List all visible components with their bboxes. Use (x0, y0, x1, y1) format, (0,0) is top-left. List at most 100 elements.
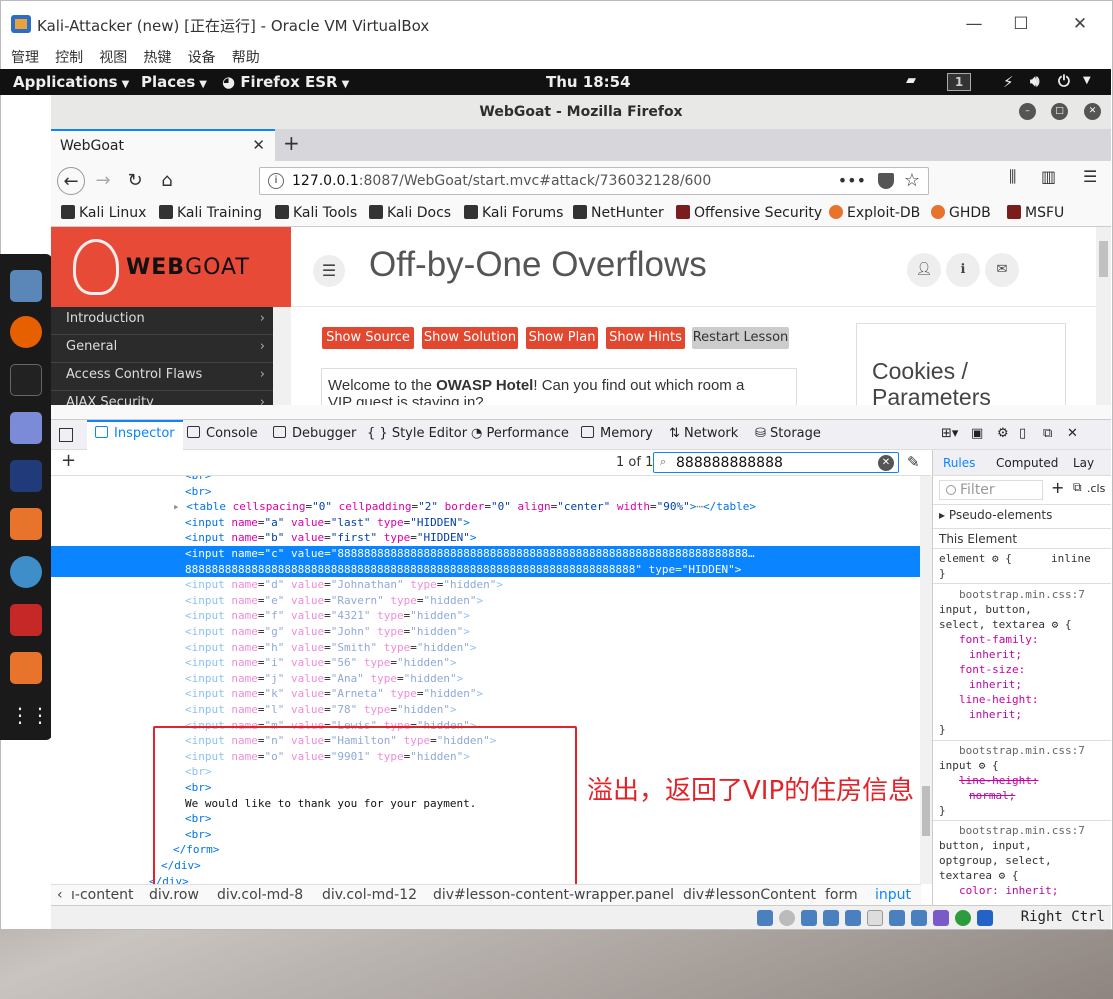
menu-manage[interactable]: 管理 (11, 47, 39, 67)
tab-network[interactable]: ⇅ Network (669, 426, 738, 441)
markup-scrollbar[interactable] (920, 476, 932, 884)
show-plan-button[interactable]: Show Plan (526, 327, 598, 349)
network-icon[interactable]: ⚡ (1003, 73, 1014, 91)
breadcrumb-item[interactable]: ı-content (71, 887, 134, 903)
reload-button[interactable]: ↻ (121, 167, 149, 195)
rule1-val[interactable]: inherit; (969, 708, 1022, 721)
rule2-val[interactable]: normal; (969, 789, 1015, 802)
menu-toggle-button[interactable]: ☰ (313, 255, 345, 287)
forward-button[interactable]: → (89, 167, 117, 195)
breadcrumb-item[interactable]: div.row (149, 887, 199, 903)
shared-folders-icon[interactable] (867, 910, 883, 926)
markup-line-hidden-input[interactable]: <input name="g" value="John" type="hidde… (51, 624, 920, 640)
dock-side-icon[interactable]: ▯ (1019, 426, 1026, 441)
usb-icon[interactable] (845, 910, 861, 926)
rule-source[interactable]: bootstrap.min.css:7 (959, 824, 1085, 837)
notes-icon[interactable] (10, 412, 42, 444)
tab-storage[interactable]: ⛁ Storage (755, 426, 821, 441)
network-adapter-icon[interactable] (823, 910, 839, 926)
bookmark-star-icon[interactable]: ☆ (904, 170, 920, 191)
tab-webgoat[interactable]: WebGoat ✕ (51, 129, 275, 161)
applications-menu[interactable]: Applications ▼ (13, 73, 129, 91)
lesson-menu-scrollbar[interactable] (273, 307, 291, 405)
rule1-prop[interactable]: line-height: (959, 693, 1038, 706)
markup-line-input-c-selected[interactable]: <input name="c" value="88888888888888888… (51, 546, 920, 562)
back-button[interactable]: ← (57, 167, 85, 195)
user-button[interactable]: 👤︎ (907, 253, 941, 287)
rule1-val[interactable]: inherit; (969, 678, 1022, 691)
new-tab-button[interactable]: + (283, 131, 300, 155)
bookmark-offensive-security[interactable]: Offensive Security (676, 205, 822, 221)
show-source-button[interactable]: Show Source (322, 327, 414, 349)
restart-lesson-button[interactable]: Restart Lesson (692, 327, 789, 349)
element-rule[interactable]: element ⚙ { (939, 552, 1012, 565)
burp-alt-icon[interactable] (10, 652, 42, 684)
pocket-icon[interactable] (878, 173, 894, 189)
tab-inspector[interactable]: Inspector (87, 420, 183, 450)
close-tab-icon[interactable]: ✕ (252, 136, 265, 154)
metasploit-icon[interactable] (10, 460, 42, 492)
markup-line-hidden-input[interactable]: <input name="h" value="Smith" type="hidd… (51, 640, 920, 656)
files-icon[interactable] (10, 270, 42, 302)
markup-line-hidden-input[interactable]: <input name="k" value="Arneta" type="hid… (51, 686, 920, 702)
hamburger-menu-icon[interactable]: ☰ (1083, 167, 1097, 186)
add-rule-icon[interactable]: + (1051, 478, 1064, 497)
power-icon[interactable]: ⏻ (1058, 72, 1070, 90)
bookmark-ghdb[interactable]: GHDB (931, 205, 991, 221)
tab-style-editor[interactable]: { } Style Editor (367, 426, 467, 441)
ff-close-button[interactable]: ✕ (1084, 103, 1101, 120)
add-node-button[interactable]: + (61, 450, 76, 471)
bookmark-msfu[interactable]: MSFU (1007, 205, 1064, 221)
audio-icon[interactable] (801, 910, 817, 926)
eyedropper-icon[interactable]: ✎ (907, 453, 920, 471)
firefox-icon[interactable] (10, 316, 42, 348)
breadcrumb-item[interactable]: div.col-md-8 (217, 887, 303, 903)
breadcrumb-item[interactable]: div#lesson-content-wrapper.panel (433, 887, 674, 903)
bookmark-exploit-db[interactable]: Exploit-DB (829, 205, 920, 221)
breadcrumb-item[interactable]: form (825, 887, 858, 903)
clock[interactable]: Thu 18:54 (546, 73, 631, 91)
minimize-button[interactable]: — (951, 9, 997, 39)
terminal-icon[interactable] (10, 364, 42, 396)
mouse-integration-icon[interactable] (955, 910, 971, 926)
ff-minimize-button[interactable]: – (1019, 103, 1036, 120)
tab-console[interactable]: Console (187, 426, 258, 441)
optical-drive-icon[interactable] (779, 910, 795, 926)
nav-general[interactable]: General › (51, 335, 273, 363)
markup-line-hidden-input[interactable]: <input name="e" value="Ravern" type="hid… (51, 593, 920, 609)
bookmark-kali-linux[interactable]: Kali Linux (61, 205, 146, 221)
nav-access-control-flaws[interactable]: Access Control Flaws › (51, 363, 273, 391)
about-button[interactable]: ℹ (946, 253, 980, 287)
bookmark-kali-docs[interactable]: Kali Docs (369, 205, 451, 221)
eye-icon[interactable] (10, 556, 42, 588)
system-menu-chevron-icon[interactable]: ▼ (1083, 75, 1091, 86)
page-scrollbar[interactable] (1096, 227, 1111, 405)
element-picker-icon[interactable] (59, 428, 73, 442)
menu-hotkey[interactable]: 热键 (143, 47, 171, 67)
breadcrumb-item[interactable]: div.col-md-12 (322, 887, 417, 903)
breadcrumb-item-selected[interactable]: input (875, 887, 911, 903)
clear-search-icon[interactable]: ✕ (878, 455, 894, 471)
contact-button[interactable]: ✉ (985, 253, 1019, 287)
markup-line[interactable]: <br> (51, 476, 920, 484)
ff-maximize-button[interactable]: □ (1051, 103, 1068, 120)
markup-line-table[interactable]: ▸ <table cellspacing="0" cellpadding="2"… (51, 499, 920, 515)
responsive-design-icon[interactable]: ⊞▾ (941, 426, 958, 441)
rule1-prop[interactable]: font-family: (959, 633, 1038, 646)
tab-memory[interactable]: Memory (581, 426, 653, 441)
menu-view[interactable]: 视图 (99, 47, 127, 67)
menu-help[interactable]: 帮助 (232, 47, 260, 67)
show-apps-icon[interactable]: ⋮⋮ (10, 700, 50, 732)
show-solution-button[interactable]: Show Solution (422, 327, 518, 349)
markup-line[interactable]: <br> (51, 484, 920, 500)
workspace-indicator[interactable]: 1 (947, 73, 971, 91)
rule3-decl[interactable]: color: inherit; (959, 884, 1058, 897)
rule-source[interactable]: bootstrap.min.css:7 (959, 588, 1085, 601)
tab-rules[interactable]: Rules (943, 456, 975, 470)
menu-devices[interactable]: 设备 (188, 47, 216, 67)
bookmark-kali-forums[interactable]: Kali Forums (464, 205, 563, 221)
class-toggle-button[interactable]: .cls (1087, 482, 1105, 495)
hdd-icon[interactable] (757, 910, 773, 926)
rule1-val[interactable]: inherit; (969, 648, 1022, 661)
menu-control[interactable]: 控制 (55, 47, 83, 67)
